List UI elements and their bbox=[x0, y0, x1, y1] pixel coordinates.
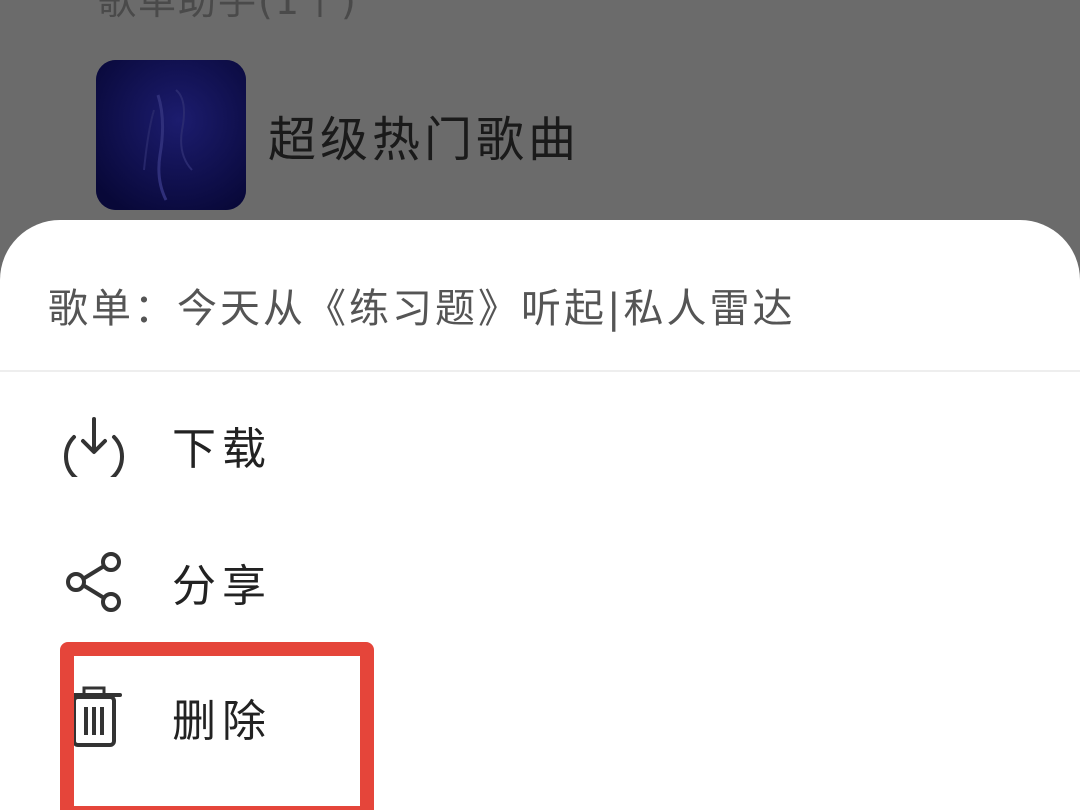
trash-icon bbox=[60, 683, 128, 751]
playlist-cover bbox=[96, 60, 246, 210]
share-icon bbox=[60, 548, 128, 616]
delete-label: 删除 bbox=[172, 696, 272, 747]
download-icon bbox=[60, 411, 128, 479]
download-label: 下载 bbox=[172, 424, 272, 475]
sheet-title: 歌单：今天从《练习题》听起|私人雷达 bbox=[48, 286, 796, 332]
delete-button[interactable]: 删除 bbox=[0, 652, 1080, 782]
playlist-name: 超级热门歌曲 bbox=[268, 112, 581, 168]
playlist-row[interactable]: 超级热门歌曲 bbox=[96, 60, 580, 210]
download-button[interactable]: 下载 bbox=[0, 380, 1080, 510]
share-button[interactable]: 分享 bbox=[0, 517, 1080, 647]
screen: 歌单助手(1个) 超级热门歌曲 歌单：今天从《练习题》听起|私人雷达 下载 分享… bbox=[0, 0, 1080, 810]
section-title: 歌单助手(1个) bbox=[98, 0, 358, 23]
share-label: 分享 bbox=[172, 561, 272, 612]
action-sheet: 歌单：今天从《练习题》听起|私人雷达 下载 分享 删除 bbox=[0, 220, 1080, 810]
divider bbox=[0, 370, 1080, 372]
